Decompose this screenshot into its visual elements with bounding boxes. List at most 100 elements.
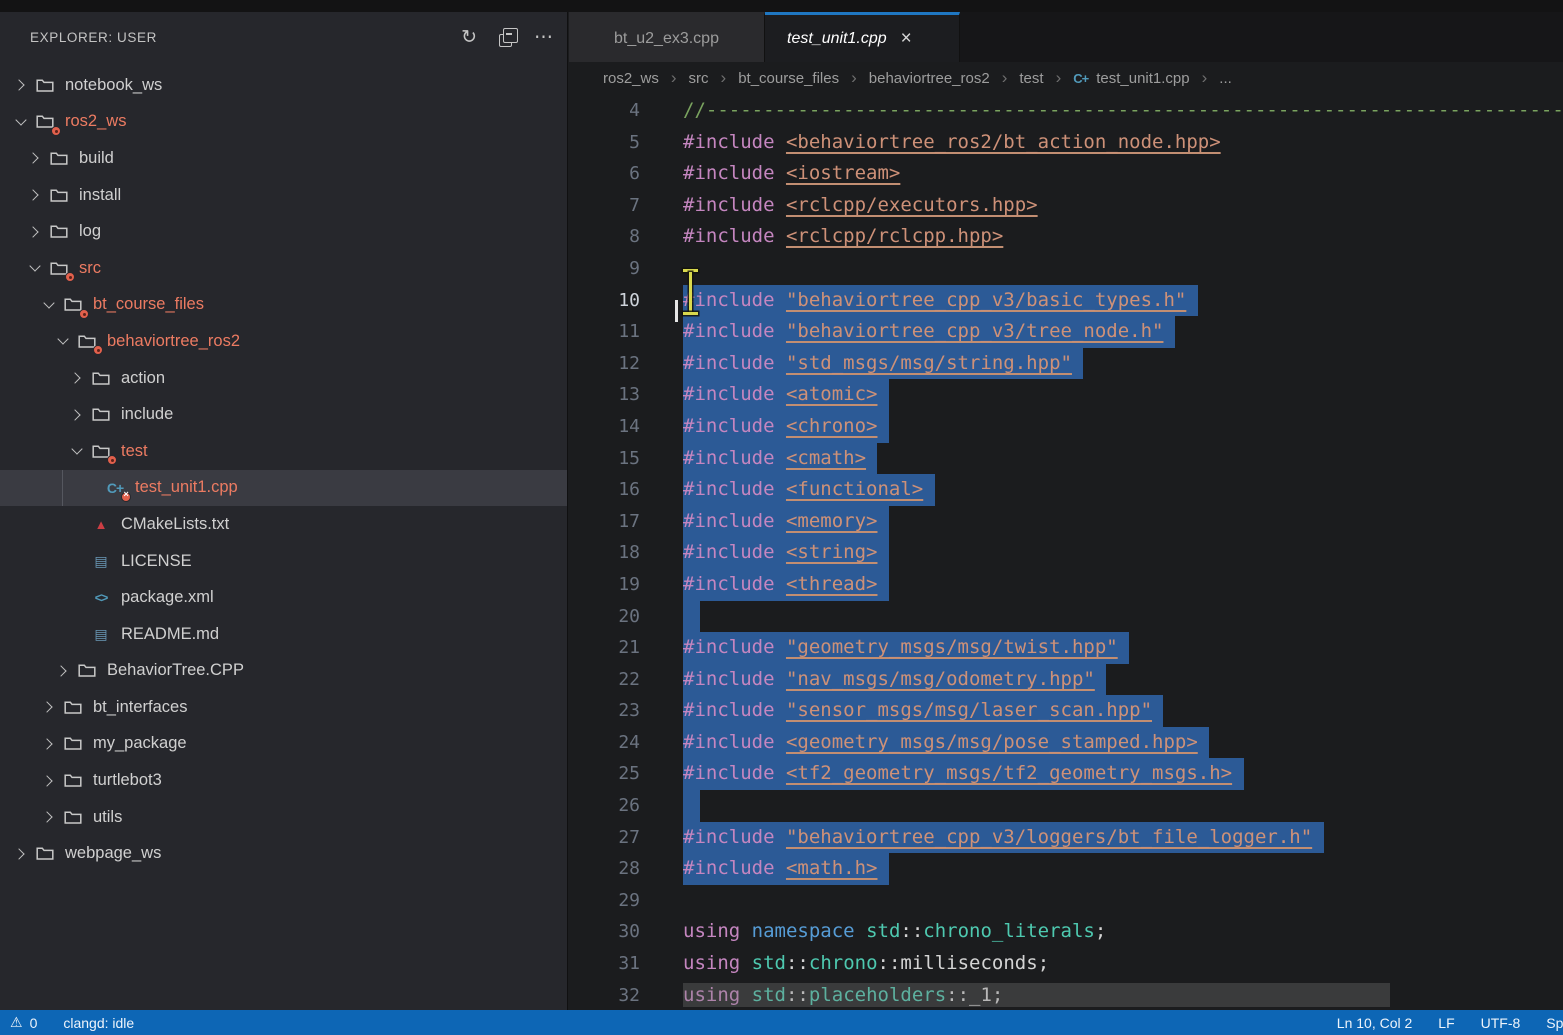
code-line-10[interactable]: 10#include "behaviortree_cpp_v3/basic_ty… <box>569 285 1563 317</box>
tree-item-utils[interactable]: utils <box>0 799 567 836</box>
code-line-23[interactable]: 23#include "sensor_msgs/msg/laser_scan.h… <box>569 695 1563 727</box>
refresh-icon[interactable]: ↻ <box>461 26 477 50</box>
code-line-32[interactable]: 32using std::placeholders::_1; <box>569 980 1563 1010</box>
tree-item-behaviortree-cpp[interactable]: BehaviorTree.CPP <box>0 653 567 690</box>
syntax-tokens: using namespace std::chrono_literals; <box>683 920 1106 942</box>
code-line-11[interactable]: 11#include "behaviortree_cpp_v3/tree_nod… <box>569 316 1563 348</box>
tree-item-install[interactable]: install <box>0 177 567 214</box>
chevron-right-icon <box>40 773 57 789</box>
open-editors-icon[interactable] <box>499 34 512 47</box>
syntax-tokens: #include <thread> <box>683 573 877 595</box>
code-line-17[interactable]: 17#include <memory> <box>569 506 1563 538</box>
line-content: #include <behaviortree_ros2/bt_action_no… <box>683 127 1221 159</box>
folder-icon <box>61 734 85 754</box>
tree-item-my-package[interactable]: my_package <box>0 726 567 763</box>
code-line-16[interactable]: 16#include <functional> <box>569 474 1563 506</box>
code-line-8[interactable]: 8#include <rclcpp/rclcpp.hpp> <box>569 221 1563 253</box>
line-content: #include <string> <box>683 537 877 569</box>
tree-item-src[interactable]: src <box>0 250 567 287</box>
tree-item-test-unit1-cpp[interactable]: C+test_unit1.cpp <box>0 470 567 507</box>
tree-item-bt-interfaces[interactable]: bt_interfaces <box>0 689 567 726</box>
code-line-24[interactable]: 24#include <geometry_msgs/msg/pose_stamp… <box>569 727 1563 759</box>
tree-item-include[interactable]: include <box>0 396 567 433</box>
tree-item-turtlebot3[interactable]: turtlebot3 <box>0 762 567 799</box>
tree-item-cmakelists-txt[interactable]: ▲CMakeLists.txt <box>0 506 567 543</box>
line-number: 29 <box>569 885 640 917</box>
code-line-9[interactable]: 9 <box>569 253 1563 285</box>
editor-group: bt_u2_ex3.cpptest_unit1.cpp× ros2_ws›src… <box>569 12 1563 1010</box>
tree-item-package-xml[interactable]: <>package.xml <box>0 579 567 616</box>
code-line-21[interactable]: 21#include "geometry_msgs/msg/twist.hpp" <box>569 632 1563 664</box>
tree-item-behaviortree-ros2[interactable]: behaviortree_ros2 <box>0 323 567 360</box>
encoding-indicator[interactable]: UTF-8 <box>1481 1015 1521 1031</box>
tree-item-readme-md[interactable]: ▤README.md <box>0 616 567 653</box>
code-line-15[interactable]: 15#include <cmath> <box>569 443 1563 475</box>
line-number: 5 <box>569 127 640 159</box>
cursor-position[interactable]: Ln 10, Col 2 <box>1337 1015 1413 1031</box>
code-line-5[interactable]: 5 #include <behaviortree_ros2/bt_action_n… <box>569 127 1563 159</box>
breadcrumb-item[interactable]: ros2_ws <box>603 70 659 87</box>
problems-indicator[interactable]: ⚠ 0 <box>10 1014 37 1031</box>
tree-item-action[interactable]: action <box>0 360 567 397</box>
code-line-14[interactable]: 14#include <chrono> <box>569 411 1563 443</box>
breadcrumb-item[interactable]: src <box>689 70 709 87</box>
breadcrumb-item[interactable]: test_unit1.cpp <box>1096 70 1189 87</box>
tree-item-bt-course-files[interactable]: bt_course_files <box>0 287 567 324</box>
more-actions-icon[interactable]: ⋯ <box>534 26 553 50</box>
line-number: 32 <box>569 980 640 1010</box>
breadcrumb-item[interactable]: test <box>1019 70 1043 87</box>
code-line-28[interactable]: 28#include <math.h> <box>569 853 1563 885</box>
code-line-29[interactable]: 29 <box>569 885 1563 917</box>
line-content: #include "behaviortree_cpp_v3/loggers/bt… <box>683 822 1312 854</box>
tree-item-license[interactable]: ▤LICENSE <box>0 543 567 580</box>
breadcrumb-item[interactable]: bt_course_files <box>738 70 839 87</box>
indentation-indicator[interactable]: Spaces <box>1546 1015 1563 1031</box>
clangd-status[interactable]: clangd: idle <box>63 1015 134 1031</box>
tree-item-notebook-ws[interactable]: notebook_ws <box>0 67 567 104</box>
code-line-25[interactable]: 25#include <tf2_geometry_msgs/tf2_geomet… <box>569 758 1563 790</box>
line-content: #include <cmath> <box>683 443 866 475</box>
code-line-19[interactable]: 19#include <thread> <box>569 569 1563 601</box>
code-line-4[interactable]: 4//-------------------------------------… <box>569 95 1563 127</box>
code-line-18[interactable]: 18#include <string> <box>569 537 1563 569</box>
syntax-tokens: #include <atomic> <box>683 383 877 405</box>
line-content: #include <thread> <box>683 569 877 601</box>
syntax-tokens: #include <math.h> <box>683 857 877 879</box>
tree-item-test[interactable]: test <box>0 433 567 470</box>
file-tree: notebook_wsros2_wsbuildinstalllogsrcbt_c… <box>0 67 567 872</box>
eol-indicator[interactable]: LF <box>1438 1015 1454 1031</box>
code-line-7[interactable]: 7#include <rclcpp/executors.hpp> <box>569 190 1563 222</box>
breadcrumb-item[interactable]: behaviortree_ros2 <box>869 70 990 87</box>
syntax-tokens: #include <geometry_msgs/msg/pose_stamped… <box>683 731 1198 753</box>
tab-test-unit1-cpp[interactable]: test_unit1.cpp× <box>765 12 960 62</box>
code-line-26[interactable]: 26 <box>569 790 1563 822</box>
code-line-20[interactable]: 20 <box>569 601 1563 633</box>
tree-item-ros2-ws[interactable]: ros2_ws <box>0 104 567 141</box>
code-line-27[interactable]: 27#include "behaviortree_cpp_v3/loggers/… <box>569 822 1563 854</box>
tree-item-build[interactable]: build <box>0 140 567 177</box>
code-line-13[interactable]: 13#include <atomic> <box>569 379 1563 411</box>
code-line-30[interactable]: 30using namespace std::chrono_literals; <box>569 916 1563 948</box>
code-line-31[interactable]: 31using std::chrono::milliseconds; <box>569 948 1563 980</box>
tree-item-webpage-ws[interactable]: webpage_ws <box>0 835 567 872</box>
breadcrumb: ros2_ws›src›bt_course_files›behaviortree… <box>569 62 1563 95</box>
line-content: #include <atomic> <box>683 379 877 411</box>
close-icon[interactable]: × <box>901 30 912 48</box>
error-badge <box>107 455 117 465</box>
error-badge <box>51 126 61 136</box>
tree-item-label: behaviortree_ros2 <box>107 332 240 351</box>
folder-icon <box>61 295 85 315</box>
chevron-right-icon <box>12 846 29 862</box>
chevron-right-icon <box>26 187 43 203</box>
syntax-tokens: #include "behaviortree_cpp_v3/basic_type… <box>683 289 1186 311</box>
error-badge <box>79 309 89 319</box>
code-line-22[interactable]: 22#include "nav_msgs/msg/odometry.hpp" <box>569 664 1563 696</box>
tree-item-log[interactable]: log <box>0 213 567 250</box>
tab-bt-u2-ex3-cpp[interactable]: bt_u2_ex3.cpp <box>569 12 765 62</box>
code-editor[interactable]: 4//-------------------------------------… <box>569 95 1563 1010</box>
tab-label: bt_u2_ex3.cpp <box>614 30 719 48</box>
breadcrumb-item[interactable]: ... <box>1219 70 1232 87</box>
code-line-6[interactable]: 6#include <iostream> <box>569 158 1563 190</box>
status-right: Ln 10, Col 2 LF UTF-8 Spaces <box>1337 1015 1563 1031</box>
code-line-12[interactable]: 12#include "std_msgs/msg/string.hpp" <box>569 348 1563 380</box>
